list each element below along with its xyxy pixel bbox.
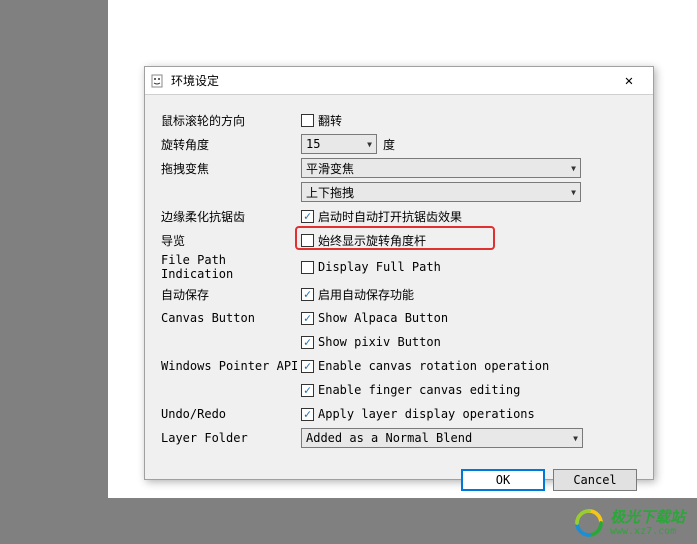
checkbox-autosave[interactable]: 启用自动保存功能 [301,286,414,303]
watermark-logo-icon [574,508,604,538]
label-rotation-angle: 旋转角度 [161,136,301,153]
checkbox-layer-display-ops[interactable]: Apply layer display operations [301,407,535,421]
row-file-path: File Path Indication Display Full Path [161,253,637,281]
checkbox-label: Enable finger canvas editing [318,383,520,397]
watermark: 极光下载站 www.xz7.com [574,508,685,538]
label-rotation-unit: 度 [383,136,395,153]
checkbox-label: Enable canvas rotation operation [318,359,549,373]
row-drag-zoom-2: 上下拖拽 [161,181,637,203]
checkbox-finger-editing[interactable]: Enable finger canvas editing [301,383,520,397]
checkbox-icon [301,114,314,127]
label-canvas-button: Canvas Button [161,311,301,325]
checkbox-icon [301,288,314,301]
row-rotation-angle: 旋转角度 15 度 [161,133,637,155]
settings-dialog: 环境设定 ✕ 鼠标滚轮的方向 翻转 旋转角度 15 度 拖拽变焦 平滑变焦 [144,66,654,480]
row-scroll-direction: 鼠标滚轮的方向 翻转 [161,109,637,131]
titlebar: 环境设定 ✕ [145,67,653,95]
row-undo-redo: Undo/Redo Apply layer display operations [161,403,637,425]
label-drag-zoom: 拖拽变焦 [161,160,301,177]
select-rotation-angle[interactable]: 15 [301,134,377,154]
checkbox-icon [301,261,314,274]
select-layer-folder-mode[interactable]: Added as a Normal Blend [301,428,583,448]
select-drag-direction[interactable]: 上下拖拽 [301,182,581,202]
row-navigation: 导览 始终显示旋转角度杆 [161,229,637,251]
checkbox-label: 始终显示旋转角度杆 [318,232,426,249]
row-autosave: 自动保存 启用自动保存功能 [161,283,637,305]
checkbox-icon [301,210,314,223]
checkbox-icon [301,408,314,421]
label-antialias: 边缘柔化抗锯齿 [161,208,301,225]
checkbox-icon [301,312,314,325]
checkbox-label: Show Alpaca Button [318,311,448,325]
label-pointer-api: Windows Pointer API [161,359,301,373]
checkbox-icon [301,336,314,349]
row-canvas-button: Canvas Button Show Alpaca Button [161,307,637,329]
checkbox-show-rotation-handle[interactable]: 始终显示旋转角度杆 [301,232,426,249]
label-scroll-direction: 鼠标滚轮的方向 [161,112,301,129]
label-undo-redo: Undo/Redo [161,407,301,421]
label-navigation: 导览 [161,232,301,249]
checkbox-alpaca-button[interactable]: Show Alpaca Button [301,311,448,325]
checkbox-label: Apply layer display operations [318,407,535,421]
cancel-button[interactable]: Cancel [553,469,637,491]
row-layer-folder: Layer Folder Added as a Normal Blend [161,427,637,449]
row-pointer-api-2: Enable finger canvas editing [161,379,637,401]
dialog-title: 环境设定 [171,72,609,89]
row-drag-zoom: 拖拽变焦 平滑变焦 [161,157,637,179]
select-zoom-mode[interactable]: 平滑变焦 [301,158,581,178]
checkbox-canvas-rotation[interactable]: Enable canvas rotation operation [301,359,549,373]
checkbox-reverse-scroll[interactable]: 翻转 [301,112,342,129]
dialog-content: 鼠标滚轮的方向 翻转 旋转角度 15 度 拖拽变焦 平滑变焦 [145,95,653,461]
checkbox-label: 启用自动保存功能 [318,286,414,303]
row-canvas-button-2: Show pixiv Button [161,331,637,353]
checkbox-icon [301,384,314,397]
app-icon [149,73,165,89]
checkbox-label: Show pixiv Button [318,335,441,349]
row-antialias: 边缘柔化抗锯齿 启动时自动打开抗锯齿效果 [161,205,637,227]
watermark-url: www.xz7.com [610,526,685,537]
checkbox-full-path[interactable]: Display Full Path [301,260,441,274]
checkbox-antialias-startup[interactable]: 启动时自动打开抗锯齿效果 [301,208,462,225]
button-row: OK Cancel [145,461,653,491]
checkbox-label: Display Full Path [318,260,441,274]
ok-button[interactable]: OK [461,469,545,491]
checkbox-icon [301,234,314,247]
label-file-path: File Path Indication [161,253,301,281]
label-layer-folder: Layer Folder [161,431,301,445]
watermark-title: 极光下载站 [610,509,685,526]
label-autosave: 自动保存 [161,286,301,303]
close-button[interactable]: ✕ [609,68,649,94]
checkbox-label: 翻转 [318,112,342,129]
row-pointer-api: Windows Pointer API Enable canvas rotati… [161,355,637,377]
checkbox-icon [301,360,314,373]
checkbox-label: 启动时自动打开抗锯齿效果 [318,208,462,225]
checkbox-pixiv-button[interactable]: Show pixiv Button [301,335,441,349]
